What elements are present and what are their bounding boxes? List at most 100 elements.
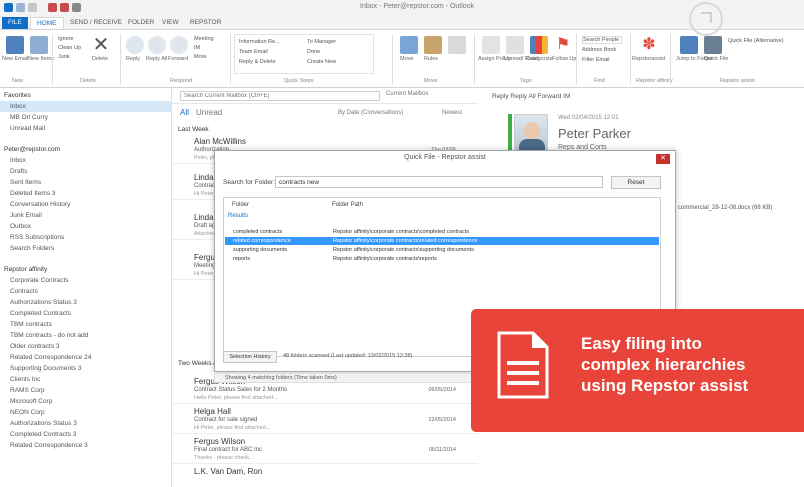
reply-icon[interactable] bbox=[126, 36, 144, 54]
move-button[interactable]: Move bbox=[400, 56, 413, 62]
customize-icon[interactable] bbox=[72, 3, 81, 12]
reading-pane-actions[interactable]: Reply Reply All Forward IM bbox=[492, 93, 570, 100]
undo-icon[interactable] bbox=[28, 3, 37, 12]
quick-step-manager[interactable]: To Manager bbox=[307, 39, 336, 45]
tab-unread[interactable]: Unread bbox=[196, 108, 222, 117]
folder-item[interactable]: Contracts bbox=[0, 286, 172, 297]
sort-dropdown[interactable]: By Date (Conversations) bbox=[338, 110, 403, 116]
folder-item[interactable]: Related Correspondence 3 bbox=[0, 440, 172, 451]
new-items-button[interactable]: New Items bbox=[28, 56, 54, 62]
quick-file-alt-button[interactable]: Quick File (Alternative) bbox=[728, 38, 784, 44]
folder-item[interactable]: MB Orl Curry bbox=[0, 112, 172, 123]
selection-history-button[interactable]: Selection History bbox=[223, 351, 277, 363]
tab-view[interactable]: VIEW bbox=[156, 17, 185, 29]
column-header-folder[interactable]: Folder bbox=[232, 202, 249, 208]
reply-all-button[interactable]: Reply All bbox=[146, 56, 167, 62]
message-item[interactable]: Fergus Wilson Final contract for ABC Inc T… bbox=[172, 434, 478, 464]
attachment-link[interactable]: commercial_28-12-08.docx (68 KB) bbox=[678, 205, 772, 211]
folder-item[interactable]: Inbox bbox=[0, 155, 172, 166]
folder-item[interactable]: RAMS Corp bbox=[0, 385, 172, 396]
categorize-button[interactable]: Categorize bbox=[526, 56, 553, 62]
new-email-button[interactable]: New Email bbox=[2, 56, 28, 62]
quick-step-done[interactable]: Done bbox=[307, 49, 320, 55]
folder-item[interactable]: Junk Email bbox=[0, 210, 172, 221]
tab-folder[interactable]: FOLDER bbox=[122, 17, 160, 29]
folder-item[interactable]: Supporting Documents 3 bbox=[0, 363, 172, 374]
quick-step-reply-delete[interactable]: Reply & Delete bbox=[239, 59, 276, 65]
folder-item[interactable]: Drafts bbox=[0, 166, 172, 177]
folder-group-header[interactable]: Repstor affinity bbox=[0, 264, 172, 275]
quick-step-info[interactable]: Information Re... bbox=[239, 39, 280, 45]
delete-button[interactable]: Delete bbox=[92, 56, 108, 62]
categorize-icon[interactable] bbox=[530, 36, 548, 54]
clean-up-button[interactable]: Clean Up bbox=[58, 45, 81, 51]
folder-item[interactable]: Clients Inc bbox=[0, 374, 172, 385]
folder-group-header[interactable]: Peter@repstor.com bbox=[0, 144, 172, 155]
filter-email-button[interactable]: Filter Email bbox=[582, 57, 610, 63]
folder-item[interactable]: Outbox bbox=[0, 221, 172, 232]
folder-item[interactable]: Corporate Contracts bbox=[0, 275, 172, 286]
send-receive-icon[interactable] bbox=[16, 3, 25, 12]
repstorassist-icon[interactable]: ✽ bbox=[640, 36, 658, 54]
tab-file[interactable]: FILE bbox=[2, 17, 28, 29]
message-item[interactable]: Helga Hall Contract for sale signed Hi Pet… bbox=[172, 404, 478, 434]
folder-item[interactable]: Search Folders bbox=[0, 243, 172, 254]
search-input[interactable] bbox=[180, 91, 380, 101]
folder-item[interactable]: Conversation History bbox=[0, 199, 172, 210]
folder-item[interactable]: Authorizations Status 3 bbox=[0, 418, 172, 429]
folder-item[interactable]: Authorizations Status 3 bbox=[0, 297, 172, 308]
im-button[interactable]: IM bbox=[194, 45, 200, 51]
folder-item[interactable]: Sent Items bbox=[0, 177, 172, 188]
unread-read-icon[interactable] bbox=[506, 36, 524, 54]
ignore-button[interactable]: Ignore bbox=[58, 36, 74, 42]
folder-item[interactable]: Inbox bbox=[0, 101, 172, 112]
tab-send-receive[interactable]: SEND / RECEIVE bbox=[64, 17, 128, 29]
sender-name[interactable]: Peter Parker bbox=[558, 126, 631, 141]
reply-all-icon[interactable] bbox=[148, 36, 166, 54]
close-icon[interactable]: ✕ bbox=[656, 154, 670, 164]
folder-item[interactable]: Completed Contracts bbox=[0, 308, 172, 319]
folder-group-header[interactable]: Favorites bbox=[0, 90, 172, 101]
result-row[interactable]: reports Repstor affinity\corporate contra… bbox=[225, 255, 659, 263]
meeting-button[interactable]: Meeting bbox=[194, 36, 214, 42]
flag-icon[interactable]: ⚑ bbox=[554, 36, 572, 54]
jump-to-folder-button[interactable]: Jump to Folder bbox=[676, 56, 713, 62]
quick-file-button[interactable]: Quick File bbox=[704, 56, 728, 62]
move-icon[interactable] bbox=[400, 36, 418, 54]
repstorassist-button[interactable]: Repstorassist bbox=[632, 56, 665, 62]
tab-all[interactable]: All bbox=[180, 108, 189, 117]
folder-item[interactable]: Microsoft Corp bbox=[0, 396, 172, 407]
junk-button[interactable]: Junk bbox=[58, 54, 70, 60]
rules-button[interactable]: Rules bbox=[424, 56, 438, 62]
reset-button[interactable]: Reset bbox=[611, 176, 661, 189]
quick-step-create[interactable]: Create New bbox=[307, 59, 336, 65]
folder-item[interactable]: TBM contracts bbox=[0, 319, 172, 330]
search-people-input[interactable]: Search People bbox=[582, 36, 622, 44]
quick-step-team[interactable]: Team Email bbox=[239, 49, 268, 55]
quick-access-icon[interactable] bbox=[48, 3, 57, 12]
forward-icon[interactable] bbox=[170, 36, 188, 54]
delete-icon[interactable]: ✕ bbox=[92, 35, 110, 55]
onenote-icon[interactable] bbox=[448, 36, 466, 54]
jump-to-folder-icon[interactable] bbox=[680, 36, 698, 54]
rules-icon[interactable] bbox=[424, 36, 442, 54]
forward-button[interactable]: Forward bbox=[168, 56, 188, 62]
message-item[interactable]: L.K. Van Dam, Ron bbox=[172, 464, 478, 487]
result-row[interactable]: related correspondence Repstor affinity\c… bbox=[225, 237, 659, 245]
folder-item[interactable]: Completed Contracts 3 bbox=[0, 429, 172, 440]
result-row[interactable]: completed contracts Repstor affinity\corp… bbox=[225, 228, 659, 236]
address-book-button[interactable]: Address Book bbox=[582, 47, 616, 53]
more-button[interactable]: More bbox=[194, 54, 207, 60]
folder-item[interactable]: RSS Subscriptions bbox=[0, 232, 172, 243]
column-header-path[interactable]: Folder Path bbox=[332, 202, 363, 208]
quick-file-icon[interactable] bbox=[704, 36, 722, 54]
follow-up-button[interactable]: Follow Up bbox=[552, 56, 576, 62]
folder-item[interactable]: Deleted Items 3 bbox=[0, 188, 172, 199]
folder-item[interactable]: Unread Mail bbox=[0, 123, 172, 134]
folder-item[interactable]: NEON Corp bbox=[0, 407, 172, 418]
folder-item[interactable]: Older contracts 3 bbox=[0, 341, 172, 352]
tab-home[interactable]: HOME bbox=[30, 17, 64, 29]
folder-item[interactable]: Related Correspondence 24 bbox=[0, 352, 172, 363]
reply-button[interactable]: Reply bbox=[126, 56, 140, 62]
search-scope-dropdown[interactable]: Current Mailbox bbox=[386, 91, 472, 101]
